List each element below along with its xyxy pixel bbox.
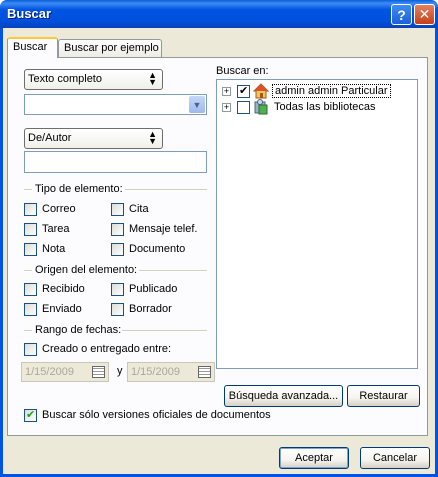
calendar-icon[interactable]	[198, 366, 211, 378]
checkbox-box[interactable]	[24, 222, 37, 236]
accept-button[interactable]: Aceptar	[279, 447, 349, 469]
checkbox-label: Recibido	[42, 283, 85, 295]
divider	[24, 330, 32, 332]
checkbox-label: Creado o entregado entre:	[42, 343, 172, 355]
house-icon	[253, 83, 269, 99]
tab-buscar[interactable]: Buscar	[7, 37, 58, 58]
checkbox-correo[interactable]: Correo	[24, 202, 76, 216]
date-to-value: 1/15/2009	[131, 366, 180, 378]
calendar-icon[interactable]	[92, 366, 105, 378]
library-tree[interactable]: + admin admin Particular +	[216, 79, 418, 369]
checkbox-mensaje-telef[interactable]: Mensaje telef.	[111, 222, 197, 236]
tree-item-label: Todas las bibliotecas	[274, 101, 376, 113]
divider	[125, 189, 207, 191]
search-dialog: Buscar ? ✕ Buscar Buscar por ejemplo Tex…	[0, 0, 438, 477]
date-to-field[interactable]: 1/15/2009	[127, 362, 215, 382]
checkbox-label: Tarea	[42, 223, 70, 235]
author-field-value: De/Autor	[28, 132, 72, 144]
title-bar[interactable]: Buscar ? ✕	[0, 0, 438, 28]
dialog-body: Buscar Buscar por ejemplo Texto completo…	[3, 28, 435, 474]
query-combobox[interactable]: ▼	[24, 94, 207, 115]
checkbox-recibido[interactable]: Recibido	[24, 282, 85, 296]
checkbox-box[interactable]	[111, 302, 124, 316]
checkbox-box[interactable]	[24, 242, 37, 256]
checkbox-label: Buscar sólo versiones oficiales de docum…	[42, 409, 271, 421]
checkbox-tarea[interactable]: Tarea	[24, 222, 70, 236]
close-button[interactable]: ✕	[414, 4, 435, 25]
checkbox-enviado[interactable]: Enviado	[24, 302, 82, 316]
divider	[122, 330, 207, 332]
date-and-label: y	[117, 365, 123, 377]
tab-buscar-label: Buscar	[13, 41, 48, 53]
tree-checkbox[interactable]	[237, 100, 250, 114]
checkbox-documento[interactable]: Documento	[111, 242, 185, 256]
scope-select-value: Texto completo	[28, 73, 102, 85]
advanced-search-button[interactable]: Búsqueda avanzada...	[224, 385, 343, 407]
search-panel: Texto completo ▲ ▼ ▼ De/Autor ▲ ▼ Tipo de …	[7, 57, 428, 436]
checkbox-cita[interactable]: Cita	[111, 202, 149, 216]
checkbox-label: Enviado	[42, 303, 82, 315]
element-type-label: Tipo de elemento:	[35, 183, 123, 195]
expand-icon[interactable]: +	[222, 86, 231, 96]
checkbox-box[interactable]	[24, 408, 37, 422]
checkbox-created-between[interactable]: Creado o entregado entre:	[24, 342, 171, 356]
checkbox-box[interactable]	[111, 282, 124, 296]
expand-icon[interactable]: +	[222, 102, 231, 112]
help-button[interactable]: ?	[391, 4, 412, 25]
checkbox-box[interactable]	[24, 202, 37, 216]
checkbox-nota[interactable]: Nota	[24, 242, 65, 256]
tree-item-particular[interactable]: + admin admin Particular	[222, 83, 391, 99]
chevron-down-icon[interactable]: ▼	[189, 96, 205, 113]
checkbox-box[interactable]	[111, 202, 124, 216]
cancel-button[interactable]: Cancelar	[360, 447, 430, 469]
tab-buscar-por-ejemplo-label: Buscar por ejemplo	[64, 42, 159, 54]
element-origin-label: Origen del elemento:	[35, 264, 138, 276]
tree-item-label: admin admin Particular	[272, 84, 391, 98]
updown-arrows-icon: ▲ ▼	[148, 129, 157, 146]
checkbox-label: Cita	[129, 203, 149, 215]
checkbox-box[interactable]	[111, 222, 124, 236]
checkbox-publicado[interactable]: Publicado	[111, 282, 177, 296]
checkbox-borrador[interactable]: Borrador	[111, 302, 172, 316]
checkbox-box[interactable]	[24, 302, 37, 316]
checkbox-label: Correo	[42, 203, 76, 215]
checkbox-box[interactable]	[24, 342, 37, 356]
checkbox-box[interactable]	[24, 282, 37, 296]
checkbox-label: Documento	[129, 243, 186, 255]
author-field-select[interactable]: De/Autor ▲ ▼	[24, 128, 163, 149]
divider	[24, 189, 32, 191]
checkbox-official-only[interactable]: Buscar sólo versiones oficiales de docum…	[24, 408, 271, 422]
date-range-label: Rango de fechas:	[35, 324, 122, 336]
author-input[interactable]	[24, 151, 207, 173]
date-from-field[interactable]: 1/15/2009	[21, 362, 109, 382]
tab-buscar-por-ejemplo[interactable]: Buscar por ejemplo	[58, 39, 162, 57]
checkbox-label: Publicado	[129, 283, 178, 295]
checkbox-box[interactable]	[111, 242, 124, 256]
tree-checkbox[interactable]	[237, 84, 250, 98]
checkbox-label: Nota	[42, 243, 66, 255]
scope-select[interactable]: Texto completo ▲ ▼	[24, 69, 163, 90]
divider	[139, 270, 207, 272]
updown-arrows-icon: ▲ ▼	[148, 70, 157, 87]
checkbox-label: Mensaje telef.	[129, 223, 198, 235]
window-title: Buscar	[7, 6, 52, 21]
restore-button[interactable]: Restaurar	[347, 385, 420, 407]
checkbox-label: Borrador	[129, 303, 172, 315]
search-in-label: Buscar en:	[216, 65, 269, 77]
divider	[24, 270, 32, 272]
library-icon	[254, 99, 268, 115]
tree-item-bibliotecas[interactable]: + Todas las bibliotecas	[222, 99, 378, 115]
date-from-value: 1/15/2009	[25, 366, 74, 378]
